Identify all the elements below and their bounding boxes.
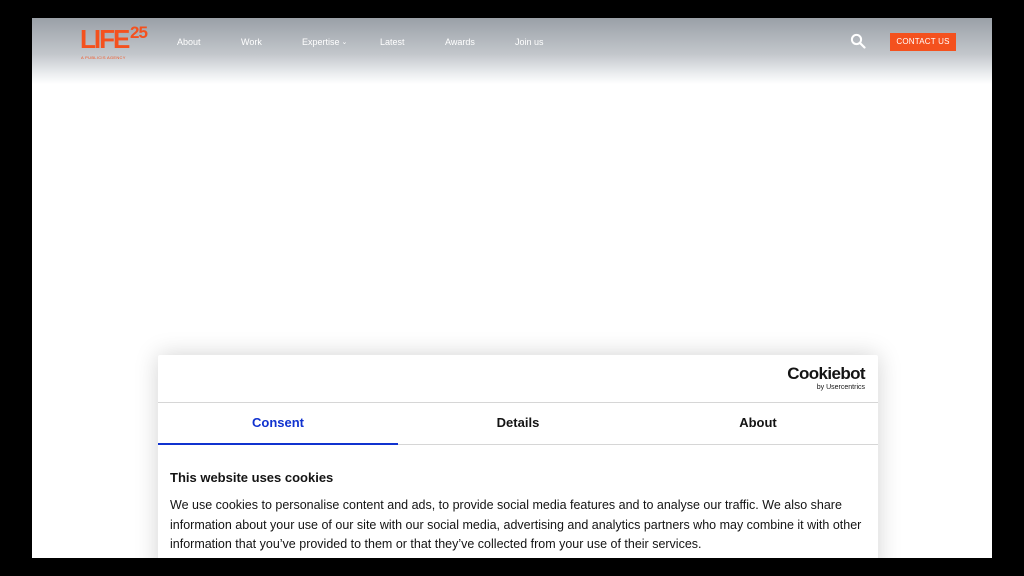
cookie-consent-dialog: Cookiebot by Usercentrics Consent Detail… — [158, 355, 878, 558]
nav-item-awards[interactable]: Awards — [445, 36, 475, 48]
tab-consent[interactable]: Consent — [158, 403, 398, 445]
cookie-title: This website uses cookies — [170, 470, 334, 485]
nav-item-latest[interactable]: Latest — [380, 36, 405, 48]
cookie-content: This website uses cookies We use cookies… — [170, 470, 870, 555]
nav-item-expertise[interactable]: Expertise ⌄ — [302, 36, 347, 49]
tab-details[interactable]: Details — [398, 403, 638, 445]
cookie-tabs: Consent Details About — [158, 402, 878, 445]
nav-item-expertise-label: Expertise — [302, 37, 340, 47]
site-logo[interactable]: LIFE 25 A PUBLICIS AGENCY — [80, 24, 160, 66]
logo-wordmark: LIFE — [80, 24, 130, 54]
site-header: LIFE 25 A PUBLICIS AGENCY About Work Exp… — [32, 18, 992, 84]
logo-tagline: A PUBLICIS AGENCY — [81, 55, 126, 60]
search-icon[interactable] — [850, 33, 866, 49]
logo-number: 25 — [130, 23, 148, 42]
chevron-down-icon: ⌄ — [341, 39, 348, 46]
cookiebot-logo: Cookiebot by Usercentrics — [787, 365, 865, 392]
cookie-description: We use cookies to personalise content an… — [170, 498, 862, 551]
nav-item-work[interactable]: Work — [241, 36, 262, 48]
nav-item-about[interactable]: About — [177, 36, 201, 48]
cookiebot-wordmark: Cookiebot — [787, 364, 865, 383]
nav-item-join-us[interactable]: Join us — [515, 36, 544, 48]
tab-about[interactable]: About — [638, 403, 878, 445]
browser-viewport: LIFE 25 A PUBLICIS AGENCY About Work Exp… — [32, 18, 992, 558]
contact-us-button[interactable]: CONTACT US — [890, 33, 956, 51]
cookiebot-byline: by Usercentrics — [816, 384, 865, 391]
